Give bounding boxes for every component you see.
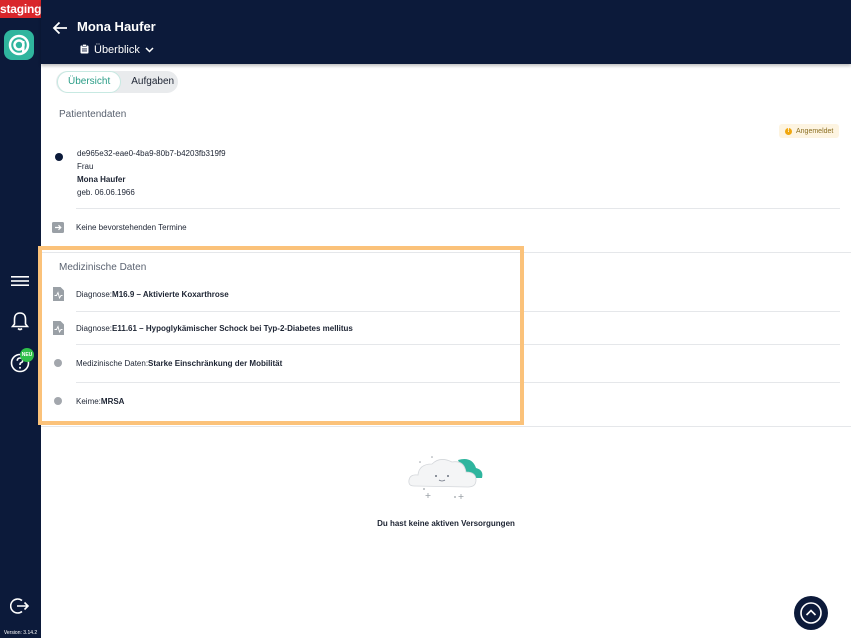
medical-item-value: M16.9 – Aktivierte Koxarthrose [112, 289, 229, 299]
diagnosis-document-icon [52, 287, 64, 301]
appointments-row[interactable]: Keine bevorstehenden Termine [41, 217, 187, 237]
patient-birthdate: geb. 06.06.1966 [77, 188, 135, 197]
info-icon: ! [785, 127, 792, 135]
medical-item-prefix: Medizinische Daten: [76, 358, 149, 368]
status-label: Angemeldet [796, 127, 834, 135]
medical-item[interactable]: Diagnose: M16.9 – Aktivierte Koxarthrose [41, 284, 229, 304]
medical-item-value: Starke Einschränkung der Mobilität [148, 358, 283, 368]
medical-item-prefix: Diagnose: [76, 289, 113, 299]
status-badge: ! Angemeldet [779, 124, 840, 138]
back-arrow-icon[interactable] [51, 18, 69, 38]
notifications-bell-icon[interactable] [9, 310, 31, 332]
divider [41, 252, 851, 253]
patient-section-title: Patientendaten [59, 109, 127, 120]
dot-icon [52, 394, 64, 408]
logout-icon[interactable] [9, 595, 31, 617]
medical-item[interactable]: Keime: MRSA [41, 391, 124, 411]
view-select-label: Überblick [94, 44, 140, 56]
medical-item[interactable]: Medizinische Daten: Starke Einschränkung… [41, 353, 282, 373]
patient-salutation: Frau [77, 162, 94, 171]
medical-item-value: MRSA [100, 396, 125, 406]
main-content: Übersicht Aufgaben Patientendaten ! Ange… [41, 64, 851, 638]
diagnosis-document-icon [52, 321, 64, 335]
version-label: Version: 3.14.2 [3, 630, 38, 636]
calendar-arrow-icon [52, 220, 64, 234]
empty-supplies-text: Du hast keine aktiven Versorgungen [377, 519, 515, 528]
clipboard-icon [80, 43, 89, 57]
chevron-down-icon [145, 44, 154, 56]
tab-overview[interactable]: Übersicht [57, 71, 122, 93]
environment-badge: staging [0, 0, 42, 18]
dot-icon [52, 356, 64, 370]
new-badge: NEU [20, 348, 34, 362]
chevron-up-circle-icon [800, 602, 822, 624]
sidebar: staging NEU Version: 3.14.2 [0, 0, 41, 638]
medical-section-title: Medizinische Daten [59, 262, 147, 273]
patient-name: Mona Haufer [77, 175, 126, 184]
appointments-label: Keine bevorstehenden Termine [76, 222, 187, 232]
scroll-to-top-button[interactable] [794, 596, 828, 630]
medical-item-prefix: Keime: [76, 396, 101, 406]
medical-item-prefix: Diagnose: [76, 323, 113, 333]
patient-id: de965e32-eae0-4ba9-80b7-b4203fb319f9 [77, 149, 226, 158]
page-title: Mona Haufer [77, 19, 156, 34]
medical-item[interactable]: Diagnose: E11.61 – Hypoglykämischer Scho… [41, 318, 353, 338]
divider [76, 344, 840, 345]
view-select-dropdown[interactable]: Überblick [80, 42, 154, 58]
tab-bar: Übersicht Aufgaben [56, 71, 178, 93]
divider [76, 311, 840, 312]
menu-icon[interactable] [9, 270, 31, 292]
tab-tasks[interactable]: Aufgaben [121, 72, 184, 92]
divider [41, 426, 851, 427]
medical-item-value: E11.61 – Hypoglykämischer Schock bei Typ… [112, 323, 353, 333]
cloud-illustration-icon [406, 452, 486, 507]
app-logo[interactable] [4, 30, 34, 60]
divider [76, 382, 840, 383]
divider [76, 208, 840, 209]
top-header: Mona Haufer Überblick [41, 0, 851, 64]
patient-dot-icon [55, 153, 63, 161]
